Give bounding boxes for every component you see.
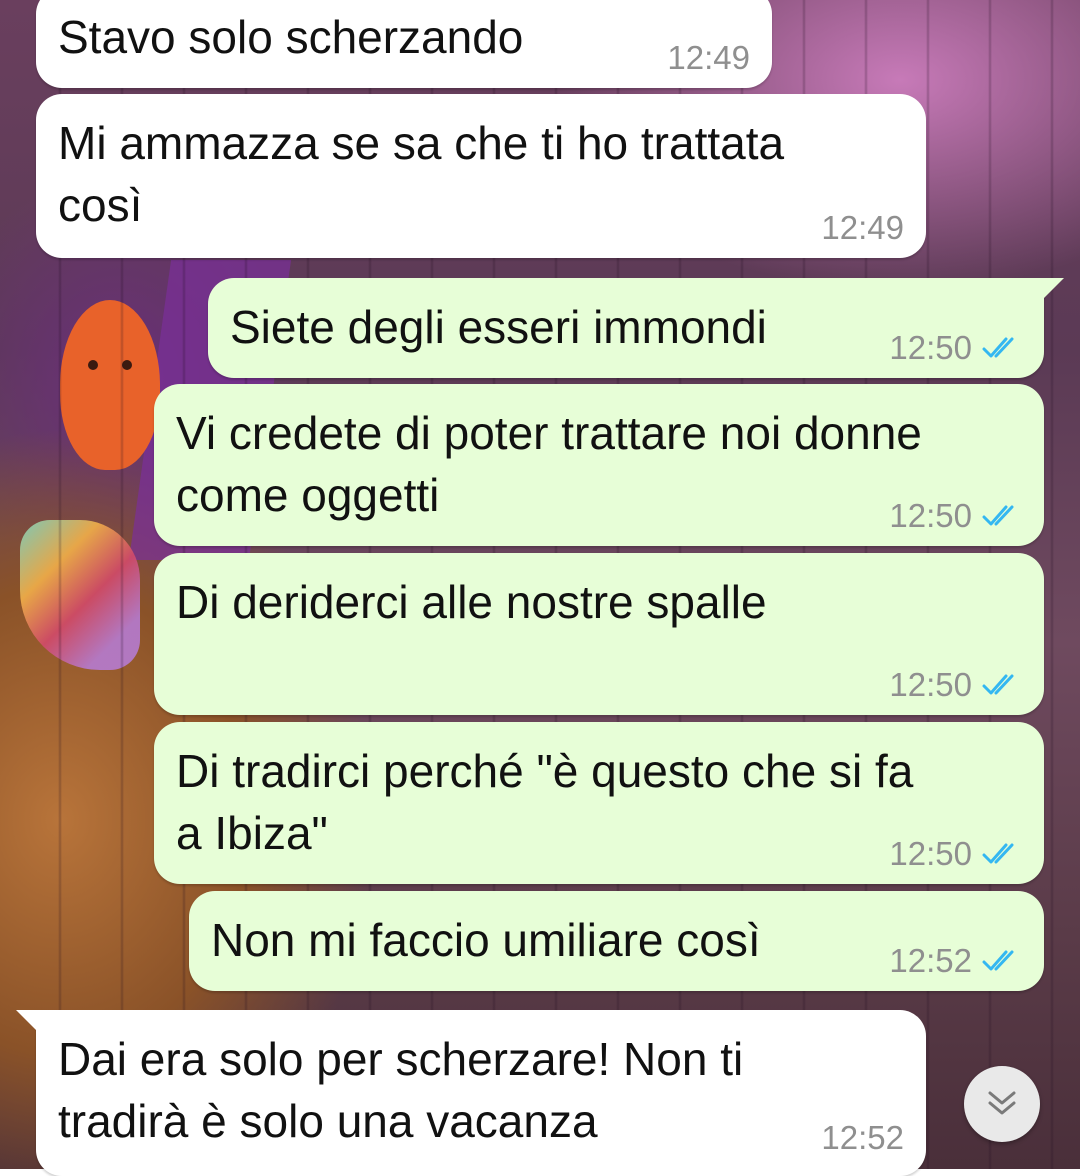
message-meta: 12:52	[889, 941, 1022, 981]
message-bubble-incoming[interactable]: Mi ammazza se sa che ti ho trattata così…	[36, 94, 926, 258]
message-time: 12:49	[667, 39, 750, 76]
message-time: 12:52	[889, 942, 972, 979]
double-check-read-icon	[982, 674, 1014, 695]
message-time: 12:49	[821, 209, 904, 246]
message-meta: 12:49	[821, 208, 904, 248]
chevron-double-down-icon	[988, 1091, 1016, 1115]
message-bubble-outgoing[interactable]: Di tradirci perché "è questo che si fa a…	[154, 722, 1044, 884]
message-meta: 12:50	[889, 496, 1022, 536]
message-text: Dai era solo per scherzare! Non ti tradi…	[58, 1033, 744, 1147]
message-meta: 12:49	[667, 38, 750, 78]
message-meta: 12:52	[821, 1118, 904, 1158]
message-time: 12:52	[821, 1119, 904, 1156]
message-bubble-outgoing[interactable]: Vi credete di poter trattare noi donne c…	[154, 384, 1044, 546]
message-bubble-outgoing[interactable]: Non mi faccio umiliare così 12:52	[189, 891, 1044, 991]
message-text: Mi ammazza se sa che ti ho trattata così	[58, 117, 785, 231]
message-list[interactable]: Stavo solo scherzando 12:49 Mi ammazza s…	[0, 0, 1080, 1176]
message-meta: 12:50	[889, 665, 1022, 705]
scroll-to-bottom-button[interactable]	[964, 1066, 1040, 1142]
message-bubble-outgoing[interactable]: Di deriderci alle nostre spalle 12:50	[154, 553, 1044, 715]
double-check-read-icon	[982, 505, 1014, 526]
message-time: 12:50	[889, 666, 972, 703]
message-time: 12:50	[889, 329, 972, 366]
message-meta: 12:50	[889, 328, 1022, 368]
message-text: Stavo solo scherzando	[58, 11, 524, 63]
double-check-read-icon	[982, 843, 1014, 864]
message-bubble-outgoing[interactable]: Siete degli esseri immondi 12:50	[208, 278, 1064, 378]
double-check-read-icon	[982, 337, 1014, 358]
message-time: 12:50	[889, 497, 972, 534]
message-text: Di deriderci alle nostre spalle	[176, 576, 767, 628]
message-meta: 12:50	[889, 834, 1022, 874]
message-bubble-incoming[interactable]: Dai era solo per scherzare! Non ti tradi…	[16, 1010, 926, 1176]
message-bubble-incoming[interactable]: Stavo solo scherzando 12:49	[36, 0, 772, 88]
message-time: 12:50	[889, 835, 972, 872]
double-check-read-icon	[982, 950, 1014, 971]
